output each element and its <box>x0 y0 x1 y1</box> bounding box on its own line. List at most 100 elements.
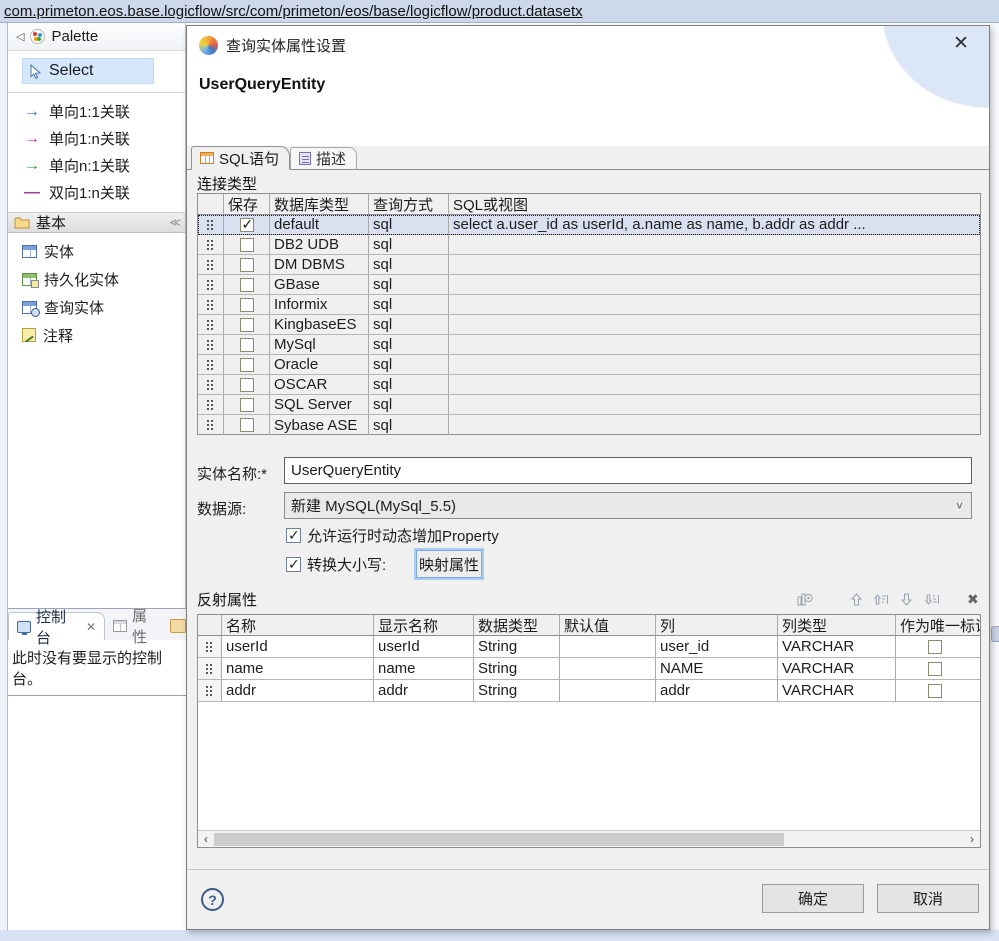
save-checkbox[interactable] <box>240 358 254 372</box>
col-column-type[interactable]: 列类型 <box>778 615 896 635</box>
table-row[interactable]: name name String NAME VARCHAR <box>198 658 980 680</box>
save-checkbox[interactable] <box>240 338 254 352</box>
query-mode-cell[interactable]: sql <box>369 235 449 254</box>
unique-cell[interactable] <box>896 680 980 701</box>
column-cell[interactable]: user_id <box>656 636 778 657</box>
table-row[interactable]: DB2 UDB sql <box>198 235 980 255</box>
row-handle[interactable] <box>198 415 224 435</box>
column-type-cell[interactable]: VARCHAR <box>778 636 896 657</box>
delete-icon[interactable]: ✖ <box>965 591 981 608</box>
save-checkbox[interactable] <box>240 318 254 332</box>
db-type-cell[interactable]: Oracle <box>270 355 369 374</box>
palette-item-annotation[interactable]: 注释 <box>8 321 185 349</box>
save-checkbox[interactable] <box>240 298 254 312</box>
unique-checkbox[interactable] <box>928 640 942 654</box>
tab-properties[interactable]: 属性 <box>105 612 170 640</box>
palette-item-query-entity[interactable]: 查询实体 <box>8 293 185 321</box>
table-row[interactable]: KingbaseES sql <box>198 315 980 335</box>
map-properties-button[interactable]: 映射属性 <box>416 550 482 578</box>
tab-console[interactable]: 控制台 ✕ <box>8 612 105 640</box>
name-cell[interactable]: name <box>222 658 374 679</box>
palette-item-relation-1ton[interactable]: → 单向1:n关联 <box>8 125 185 152</box>
save-cell[interactable] <box>224 215 270 234</box>
save-cell[interactable] <box>224 355 270 374</box>
row-handle[interactable] <box>198 215 224 234</box>
minimized-tray-icon[interactable] <box>991 626 999 642</box>
db-type-cell[interactable]: Informix <box>270 295 369 314</box>
save-cell[interactable] <box>224 415 270 435</box>
save-cell[interactable] <box>224 295 270 314</box>
name-cell[interactable]: userId <box>222 636 374 657</box>
move-down-icon[interactable] <box>898 591 914 608</box>
save-cell[interactable] <box>224 375 270 394</box>
sql-cell[interactable] <box>449 415 980 435</box>
table-row[interactable]: SQL Server sql <box>198 395 980 415</box>
db-type-cell[interactable]: Sybase ASE <box>270 415 369 435</box>
col-query-mode[interactable]: 查询方式 <box>369 194 449 214</box>
scrollbar-track[interactable] <box>214 832 964 847</box>
row-handle[interactable] <box>198 636 222 657</box>
save-checkbox[interactable] <box>240 238 254 252</box>
type-cell[interactable]: String <box>474 658 560 679</box>
save-cell[interactable] <box>224 315 270 334</box>
palette-item-relation-nto1[interactable]: → 单向n:1关联 <box>8 152 185 179</box>
table-row[interactable]: GBase sql <box>198 275 980 295</box>
col-data-type[interactable]: 数据类型 <box>474 615 560 635</box>
col-default[interactable]: 默认值 <box>560 615 656 635</box>
column-type-cell[interactable]: VARCHAR <box>778 680 896 701</box>
palette-item-relation-bidir[interactable]: — 双向1:n关联 <box>8 179 185 206</box>
db-type-cell[interactable]: KingbaseES <box>270 315 369 334</box>
display-cell[interactable]: name <box>374 658 474 679</box>
query-mode-cell[interactable]: sql <box>369 315 449 334</box>
query-mode-cell[interactable]: sql <box>369 275 449 294</box>
tab-description[interactable]: 描述 <box>290 147 357 169</box>
query-mode-cell[interactable]: sql <box>369 215 449 234</box>
row-handle[interactable] <box>198 375 224 394</box>
type-cell[interactable]: String <box>474 680 560 701</box>
help-button[interactable]: ? <box>201 888 224 911</box>
row-handle[interactable] <box>198 255 224 274</box>
db-type-cell[interactable]: OSCAR <box>270 375 369 394</box>
row-handle[interactable] <box>198 235 224 254</box>
row-handle[interactable] <box>198 355 224 374</box>
cancel-button[interactable]: 取消 <box>877 884 979 913</box>
tab-sql[interactable]: SQL语句 <box>191 146 290 170</box>
palette-item-relation-1to1[interactable]: → 单向1:1关联 <box>8 98 185 125</box>
table-row[interactable]: userId userId String user_id VARCHAR <box>198 636 980 658</box>
unique-checkbox[interactable] <box>928 684 942 698</box>
name-cell[interactable]: addr <box>222 680 374 701</box>
palette-item-persist-entity[interactable]: 持久化实体 <box>8 265 185 293</box>
save-cell[interactable] <box>224 235 270 254</box>
collapse-chevrons-icon[interactable]: ≪ <box>169 216 181 229</box>
row-handle[interactable] <box>198 335 224 354</box>
row-handle[interactable] <box>198 395 224 414</box>
palette-item-select[interactable]: Select <box>22 58 154 84</box>
table-row[interactable]: Oracle sql <box>198 355 980 375</box>
close-icon[interactable]: ✕ <box>953 34 969 53</box>
default-cell[interactable] <box>560 636 656 657</box>
col-display-name[interactable]: 显示名称 <box>374 615 474 635</box>
save-checkbox[interactable] <box>240 218 254 232</box>
col-db-type[interactable]: 数据库类型 <box>270 194 369 214</box>
editor-path-text[interactable]: com.primeton.eos.base.logicflow/src/com/… <box>4 3 583 20</box>
scrollbar-thumb[interactable] <box>214 833 784 846</box>
sort-up-icon[interactable] <box>873 591 889 608</box>
palette-collapse-icon[interactable]: ◁ <box>16 30 24 43</box>
scroll-left-icon[interactable]: ‹ <box>198 831 214 848</box>
sql-cell[interactable] <box>449 295 980 314</box>
query-mode-cell[interactable]: sql <box>369 295 449 314</box>
entity-name-input[interactable]: UserQueryEntity <box>284 457 972 484</box>
sql-cell[interactable] <box>449 255 980 274</box>
row-handle[interactable] <box>198 658 222 679</box>
option-dynamic-property[interactable]: 允许运行时动态增加Property <box>286 525 499 546</box>
close-icon[interactable]: ✕ <box>86 620 96 634</box>
table-row[interactable]: OSCAR sql <box>198 375 980 395</box>
sql-cell[interactable] <box>449 235 980 254</box>
column-cell[interactable]: NAME <box>656 658 778 679</box>
save-checkbox[interactable] <box>240 398 254 412</box>
save-cell[interactable] <box>224 395 270 414</box>
save-checkbox[interactable] <box>240 418 254 432</box>
query-mode-cell[interactable]: sql <box>369 415 449 435</box>
sql-cell[interactable] <box>449 315 980 334</box>
col-column[interactable]: 列 <box>656 615 778 635</box>
